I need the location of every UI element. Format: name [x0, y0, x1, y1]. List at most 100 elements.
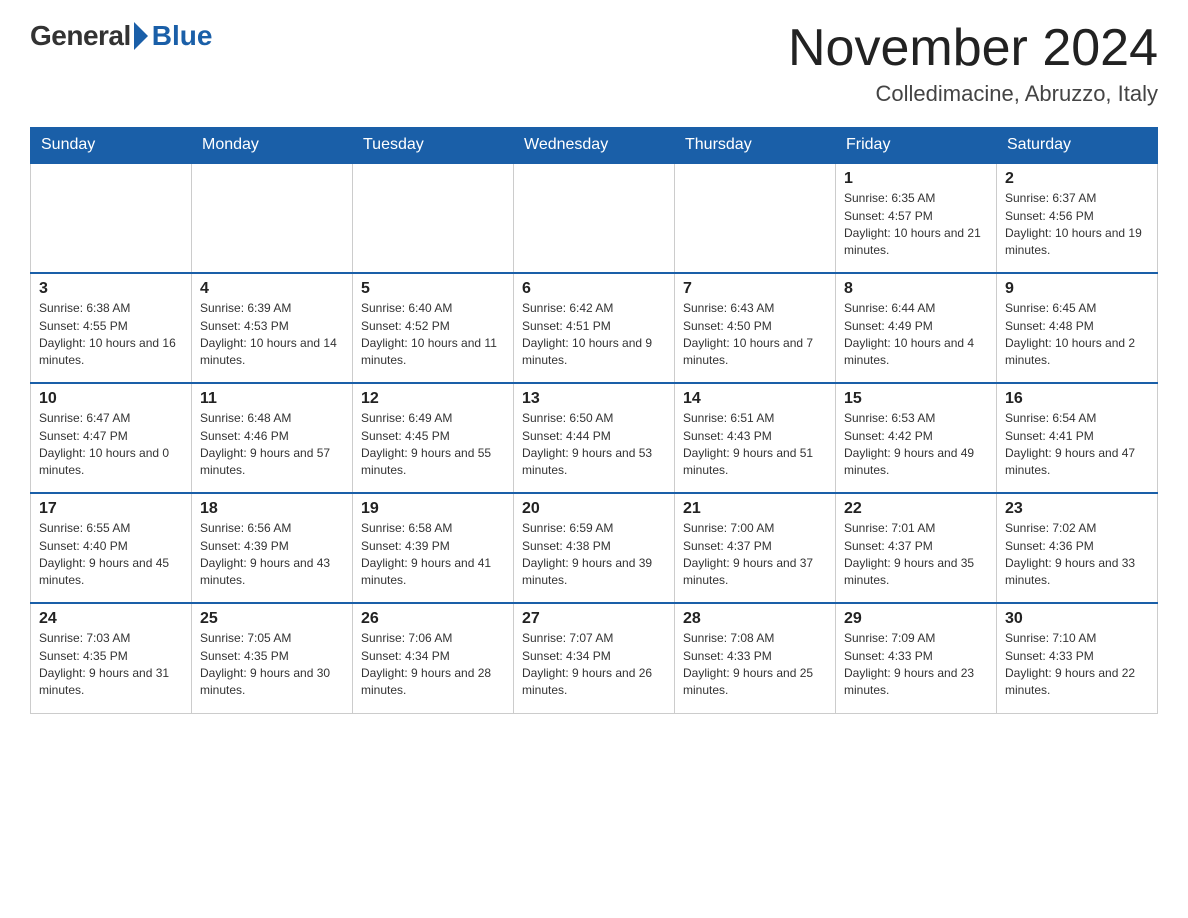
week-row-1: 1 Sunrise: 6:35 AM Sunset: 4:57 PM Daylig…	[31, 163, 1158, 273]
day-info: Sunrise: 6:53 AM Sunset: 4:42 PM Dayligh…	[844, 410, 988, 480]
day-info: Sunrise: 6:50 AM Sunset: 4:44 PM Dayligh…	[522, 410, 666, 480]
weekday-header-sunday: Sunday	[31, 128, 192, 164]
week-row-4: 17 Sunrise: 6:55 AM Sunset: 4:40 PM Dayli…	[31, 493, 1158, 603]
day-info: Sunrise: 6:40 AM Sunset: 4:52 PM Dayligh…	[361, 300, 505, 370]
day-info: Sunrise: 6:59 AM Sunset: 4:38 PM Dayligh…	[522, 520, 666, 590]
day-number: 26	[361, 610, 505, 628]
day-info: Sunrise: 6:58 AM Sunset: 4:39 PM Dayligh…	[361, 520, 505, 590]
day-number: 10	[39, 390, 183, 408]
calendar-cell: 12 Sunrise: 6:49 AM Sunset: 4:45 PM Dayli…	[353, 383, 514, 493]
calendar-cell: 13 Sunrise: 6:50 AM Sunset: 4:44 PM Dayli…	[514, 383, 675, 493]
calendar-table: SundayMondayTuesdayWednesdayThursdayFrid…	[30, 127, 1158, 714]
day-info: Sunrise: 7:08 AM Sunset: 4:33 PM Dayligh…	[683, 630, 827, 700]
day-number: 1	[844, 170, 988, 188]
day-info: Sunrise: 6:43 AM Sunset: 4:50 PM Dayligh…	[683, 300, 827, 370]
day-info: Sunrise: 6:38 AM Sunset: 4:55 PM Dayligh…	[39, 300, 183, 370]
day-info: Sunrise: 7:07 AM Sunset: 4:34 PM Dayligh…	[522, 630, 666, 700]
weekday-header-wednesday: Wednesday	[514, 128, 675, 164]
calendar-cell: 25 Sunrise: 7:05 AM Sunset: 4:35 PM Dayli…	[192, 603, 353, 713]
day-info: Sunrise: 6:54 AM Sunset: 4:41 PM Dayligh…	[1005, 410, 1149, 480]
day-number: 19	[361, 500, 505, 518]
calendar-cell: 29 Sunrise: 7:09 AM Sunset: 4:33 PM Dayli…	[836, 603, 997, 713]
page-header: General Blue November 2024 Colledimacine…	[30, 20, 1158, 107]
week-row-2: 3 Sunrise: 6:38 AM Sunset: 4:55 PM Daylig…	[31, 273, 1158, 383]
day-number: 25	[200, 610, 344, 628]
logo-general-text: General	[30, 20, 131, 52]
day-number: 7	[683, 280, 827, 298]
calendar-cell: 22Sunrise: 7:01 AM Sunset: 4:37 PM Dayli…	[836, 493, 997, 603]
day-number: 8	[844, 280, 988, 298]
day-number: 14	[683, 390, 827, 408]
day-number: 6	[522, 280, 666, 298]
calendar-cell: 8 Sunrise: 6:44 AM Sunset: 4:49 PM Daylig…	[836, 273, 997, 383]
weekday-header-monday: Monday	[192, 128, 353, 164]
calendar-cell	[192, 163, 353, 273]
month-year-title: November 2024	[788, 20, 1158, 77]
calendar-cell	[31, 163, 192, 273]
calendar-cell: 9Sunrise: 6:45 AM Sunset: 4:48 PM Daylig…	[997, 273, 1158, 383]
calendar-cell: 14 Sunrise: 6:51 AM Sunset: 4:43 PM Dayli…	[675, 383, 836, 493]
day-info: Sunrise: 6:48 AM Sunset: 4:46 PM Dayligh…	[200, 410, 344, 480]
title-section: November 2024 Colledimacine, Abruzzo, It…	[788, 20, 1158, 107]
day-number: 2	[1005, 170, 1149, 188]
week-row-3: 10 Sunrise: 6:47 AM Sunset: 4:47 PM Dayli…	[31, 383, 1158, 493]
logo-triangle-icon	[134, 22, 148, 50]
weekday-header-row: SundayMondayTuesdayWednesdayThursdayFrid…	[31, 128, 1158, 164]
calendar-cell: 7 Sunrise: 6:43 AM Sunset: 4:50 PM Daylig…	[675, 273, 836, 383]
day-number: 20	[522, 500, 666, 518]
day-info: Sunrise: 7:00 AM Sunset: 4:37 PM Dayligh…	[683, 520, 827, 590]
calendar-cell	[353, 163, 514, 273]
day-number: 24	[39, 610, 183, 628]
day-info: Sunrise: 6:44 AM Sunset: 4:49 PM Dayligh…	[844, 300, 988, 370]
calendar-cell: 23 Sunrise: 7:02 AM Sunset: 4:36 PM Dayli…	[997, 493, 1158, 603]
day-number: 3	[39, 280, 183, 298]
calendar-cell: 3 Sunrise: 6:38 AM Sunset: 4:55 PM Daylig…	[31, 273, 192, 383]
calendar-cell: 2 Sunrise: 6:37 AM Sunset: 4:56 PM Daylig…	[997, 163, 1158, 273]
calendar-cell: 15Sunrise: 6:53 AM Sunset: 4:42 PM Dayli…	[836, 383, 997, 493]
calendar-cell: 4Sunrise: 6:39 AM Sunset: 4:53 PM Daylig…	[192, 273, 353, 383]
day-info: Sunrise: 6:39 AM Sunset: 4:53 PM Dayligh…	[200, 300, 344, 370]
day-info: Sunrise: 7:03 AM Sunset: 4:35 PM Dayligh…	[39, 630, 183, 700]
day-info: Sunrise: 7:05 AM Sunset: 4:35 PM Dayligh…	[200, 630, 344, 700]
logo: General Blue	[30, 20, 212, 52]
day-info: Sunrise: 7:02 AM Sunset: 4:36 PM Dayligh…	[1005, 520, 1149, 590]
day-info: Sunrise: 6:51 AM Sunset: 4:43 PM Dayligh…	[683, 410, 827, 480]
day-info: Sunrise: 6:49 AM Sunset: 4:45 PM Dayligh…	[361, 410, 505, 480]
day-info: Sunrise: 6:56 AM Sunset: 4:39 PM Dayligh…	[200, 520, 344, 590]
day-number: 21	[683, 500, 827, 518]
calendar-cell: 16 Sunrise: 6:54 AM Sunset: 4:41 PM Dayli…	[997, 383, 1158, 493]
calendar-cell: 21 Sunrise: 7:00 AM Sunset: 4:37 PM Dayli…	[675, 493, 836, 603]
day-number: 27	[522, 610, 666, 628]
day-number: 16	[1005, 390, 1149, 408]
calendar-cell: 28Sunrise: 7:08 AM Sunset: 4:33 PM Dayli…	[675, 603, 836, 713]
weekday-header-tuesday: Tuesday	[353, 128, 514, 164]
day-info: Sunrise: 6:55 AM Sunset: 4:40 PM Dayligh…	[39, 520, 183, 590]
day-number: 22	[844, 500, 988, 518]
day-number: 12	[361, 390, 505, 408]
weekday-header-thursday: Thursday	[675, 128, 836, 164]
calendar-cell: 30Sunrise: 7:10 AM Sunset: 4:33 PM Dayli…	[997, 603, 1158, 713]
day-number: 5	[361, 280, 505, 298]
calendar-cell: 26 Sunrise: 7:06 AM Sunset: 4:34 PM Dayli…	[353, 603, 514, 713]
calendar-cell: 19 Sunrise: 6:58 AM Sunset: 4:39 PM Dayli…	[353, 493, 514, 603]
calendar-cell: 24 Sunrise: 7:03 AM Sunset: 4:35 PM Dayli…	[31, 603, 192, 713]
day-info: Sunrise: 6:42 AM Sunset: 4:51 PM Dayligh…	[522, 300, 666, 370]
day-info: Sunrise: 7:09 AM Sunset: 4:33 PM Dayligh…	[844, 630, 988, 700]
day-number: 11	[200, 390, 344, 408]
calendar-cell: 11 Sunrise: 6:48 AM Sunset: 4:46 PM Dayli…	[192, 383, 353, 493]
day-number: 30	[1005, 610, 1149, 628]
day-number: 17	[39, 500, 183, 518]
calendar-cell: 20 Sunrise: 6:59 AM Sunset: 4:38 PM Dayli…	[514, 493, 675, 603]
day-info: Sunrise: 6:47 AM Sunset: 4:47 PM Dayligh…	[39, 410, 183, 480]
calendar-cell: 5 Sunrise: 6:40 AM Sunset: 4:52 PM Daylig…	[353, 273, 514, 383]
day-info: Sunrise: 6:37 AM Sunset: 4:56 PM Dayligh…	[1005, 190, 1149, 260]
day-number: 13	[522, 390, 666, 408]
day-number: 29	[844, 610, 988, 628]
calendar-cell: 18Sunrise: 6:56 AM Sunset: 4:39 PM Dayli…	[192, 493, 353, 603]
logo-blue-text: Blue	[152, 20, 213, 52]
calendar-cell: 6 Sunrise: 6:42 AM Sunset: 4:51 PM Daylig…	[514, 273, 675, 383]
day-number: 23	[1005, 500, 1149, 518]
day-info: Sunrise: 7:06 AM Sunset: 4:34 PM Dayligh…	[361, 630, 505, 700]
day-info: Sunrise: 6:35 AM Sunset: 4:57 PM Dayligh…	[844, 190, 988, 260]
calendar-cell	[675, 163, 836, 273]
